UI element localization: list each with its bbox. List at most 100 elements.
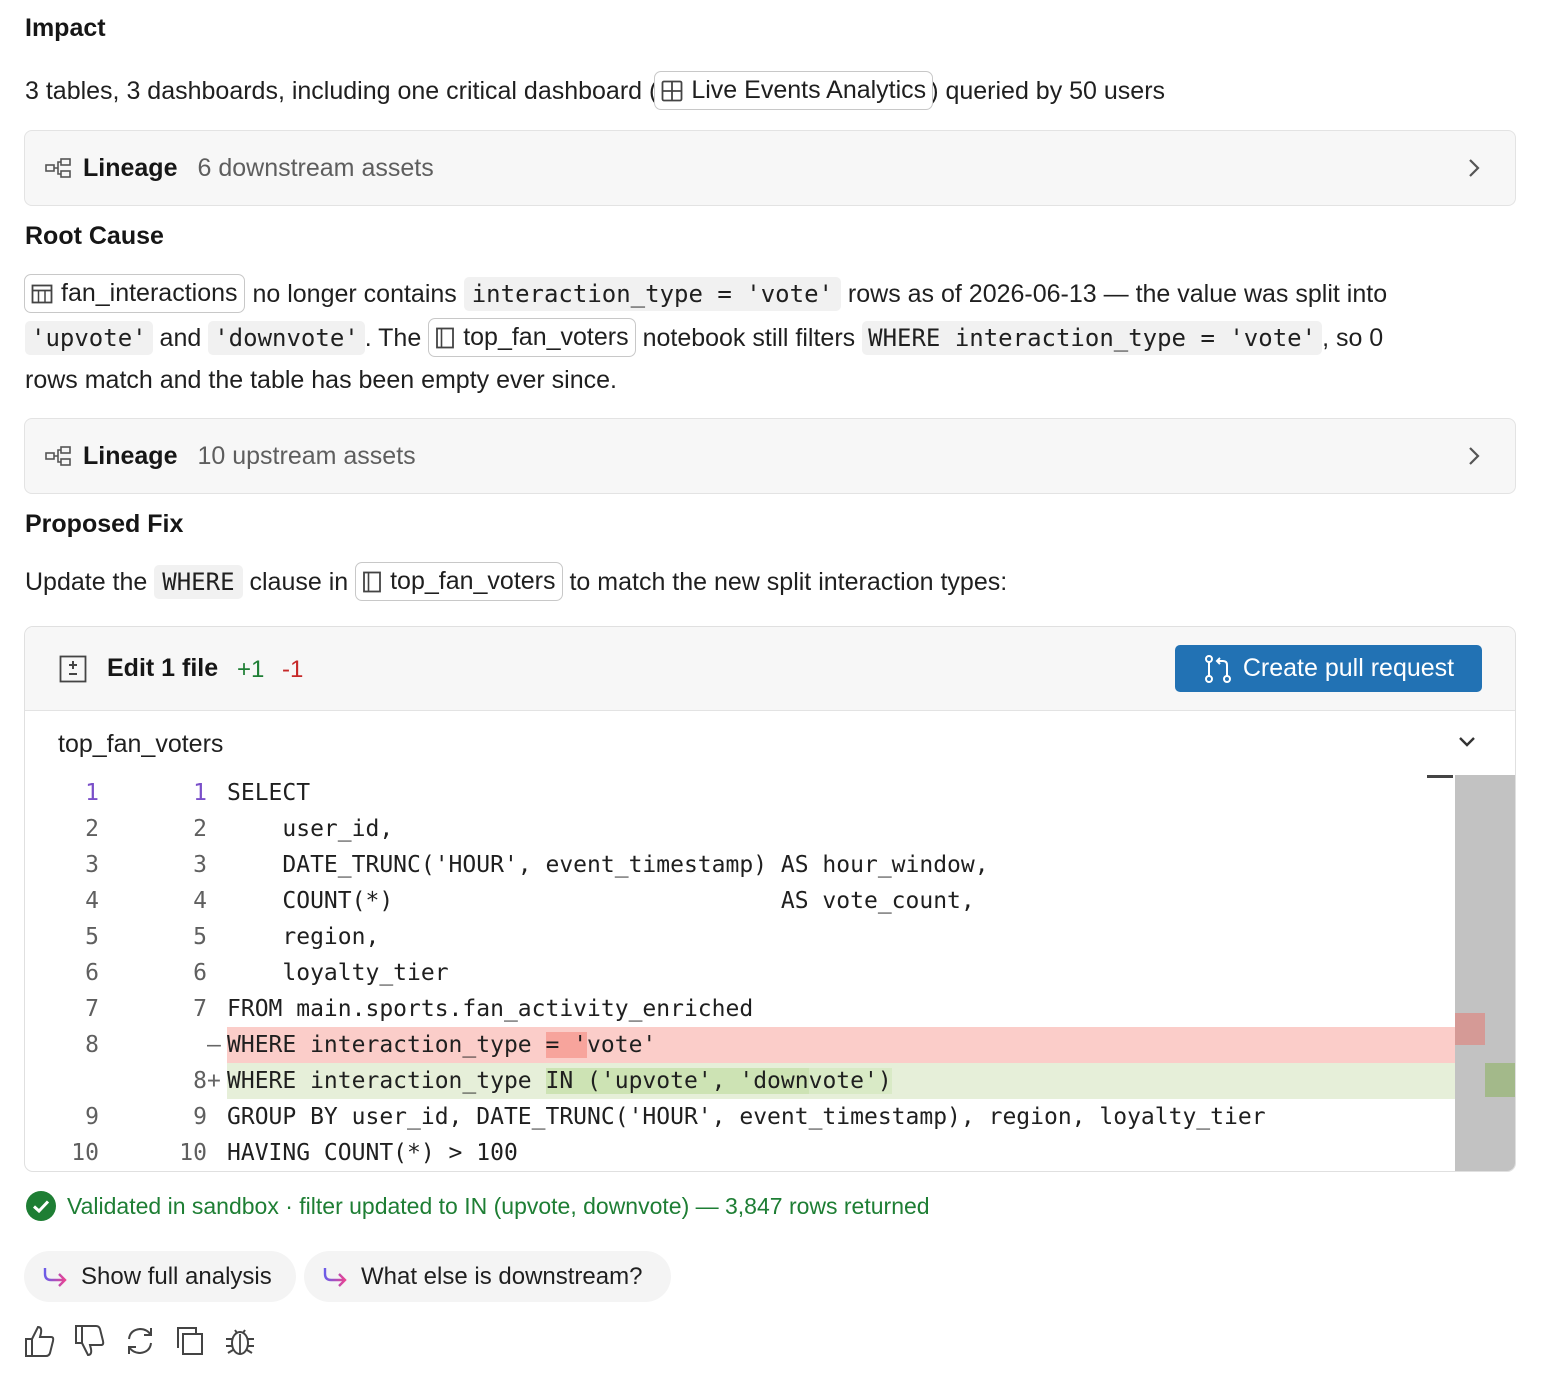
deletion-marker: — xyxy=(207,1032,221,1058)
code-line: 5 5 region, xyxy=(25,919,1455,955)
editor-header: Edit 1 file +1 -1 Create pull request xyxy=(25,627,1515,711)
root-cause-text-1: no longer contains xyxy=(252,280,457,309)
check-circle-icon xyxy=(26,1191,56,1221)
lineage-icon xyxy=(45,158,71,178)
file-row[interactable]: top_fan_voters xyxy=(25,711,1515,775)
bug-icon[interactable] xyxy=(224,1324,256,1358)
old-line-number: 10 xyxy=(71,1140,99,1166)
old-line-number: 9 xyxy=(85,1104,99,1130)
root-cause-text-4: . The xyxy=(364,324,422,353)
table-icon xyxy=(31,284,53,303)
old-line-number: 3 xyxy=(85,852,99,878)
dashboard-chip-label: Live Events Analytics xyxy=(691,76,927,104)
notebook-icon xyxy=(363,571,382,592)
code-segment: WHERE interaction_type xyxy=(227,1068,546,1094)
new-line-number: 1 xyxy=(193,780,207,806)
chevron-right-icon xyxy=(1469,159,1480,177)
reply-arrow-icon xyxy=(43,1267,67,1287)
proposed-fix-text-1: Update the xyxy=(25,568,148,597)
impact-text-before: 3 tables, 3 dashboards, including one cr… xyxy=(25,77,658,106)
code-text: user_id, xyxy=(227,816,394,842)
feedback-toolbar xyxy=(24,1324,256,1358)
lineage-upstream[interactable]: Lineage 10 upstream assets xyxy=(24,418,1516,494)
code-line: 1 1 SELECT xyxy=(25,775,1455,811)
old-line-number: 4 xyxy=(85,888,99,914)
new-line-number: 8 xyxy=(193,1068,207,1094)
old-line-number: 2 xyxy=(85,816,99,842)
root-cause-line-1: fan_interactions no longer contains inte… xyxy=(24,274,1388,315)
code-segment: vote' xyxy=(587,1032,657,1058)
addition-marker: + xyxy=(207,1068,221,1094)
ruler-addition-mark xyxy=(1485,1063,1515,1097)
suggestion-show-full-analysis[interactable]: Show full analysis xyxy=(24,1251,296,1302)
notebook-chip[interactable]: top_fan_voters xyxy=(428,318,636,357)
suggestion-label: What else is downstream? xyxy=(361,1262,643,1290)
new-line-number: 6 xyxy=(193,960,207,986)
root-cause-text-7: rows match and the table has been empty … xyxy=(25,366,617,394)
notebook-chip[interactable]: top_fan_voters xyxy=(355,562,563,601)
code-text: region, xyxy=(227,924,380,950)
inline-code: interaction_type = 'vote' xyxy=(463,277,841,312)
lineage-icon xyxy=(45,446,71,466)
notebook-chip-label: top_fan_voters xyxy=(463,323,629,351)
validation-status: Validated in sandbox · filter updated to… xyxy=(25,1190,930,1222)
validation-text: Validated in sandbox · filter updated to… xyxy=(67,1192,930,1219)
code-text: SELECT xyxy=(227,780,311,806)
proposed-fix-text-3: to match the new split interaction types… xyxy=(569,568,1008,597)
code-text: DATE_TRUNC('HOUR', event_timestamp) AS h… xyxy=(227,852,989,878)
code-text: GROUP BY user_id, DATE_TRUNC('HOUR', eve… xyxy=(227,1104,1266,1130)
diff-editor: Edit 1 file +1 -1 Create pull request to… xyxy=(24,626,1516,1172)
thumbs-down-icon[interactable] xyxy=(74,1324,106,1358)
suggestion-what-else-downstream[interactable]: What else is downstream? xyxy=(304,1251,671,1302)
old-line-number: 8 xyxy=(85,1032,99,1058)
code-text: loyalty_tier xyxy=(227,960,449,986)
code-line: 9 9 GROUP BY user_id, DATE_TRUNC('HOUR', e… xyxy=(25,1099,1455,1135)
code-area[interactable]: 1 1 SELECT 2 2 user_id, 3 3 DATE_TRUNC('HOUR… xyxy=(25,775,1455,1171)
code-line: 6 6 loyalty_tier xyxy=(25,955,1455,991)
create-pull-request-label: Create pull request xyxy=(1242,654,1455,682)
thumbs-up-icon[interactable] xyxy=(24,1324,56,1358)
lineage-downstream[interactable]: Lineage 6 downstream assets xyxy=(24,130,1516,206)
dashboard-icon xyxy=(661,80,683,101)
new-line-number: 3 xyxy=(193,852,207,878)
lineage-downstream-title: Lineage xyxy=(83,153,178,182)
lineage-upstream-title: Lineage xyxy=(83,441,178,470)
old-line-number: 7 xyxy=(85,996,99,1022)
root-cause-text-6: , so 0 xyxy=(1322,324,1384,353)
code-line: 10 10 HAVING COUNT(*) > 100 xyxy=(25,1135,1455,1171)
refresh-icon[interactable] xyxy=(124,1324,156,1358)
notebook-chip-label: top_fan_voters xyxy=(390,567,556,595)
code-text: FROM main.sports.fan_activity_enriched xyxy=(227,996,754,1022)
new-line-number: 5 xyxy=(193,924,207,950)
reply-arrow-icon xyxy=(323,1267,347,1287)
ruler-cursor xyxy=(1427,775,1453,778)
suggestion-label: Show full analysis xyxy=(81,1262,272,1290)
table-chip[interactable]: fan_interactions xyxy=(24,274,245,313)
dashboard-chip[interactable]: Live Events Analytics xyxy=(654,71,934,110)
code-line: 7 7 FROM main.sports.fan_activity_enriched xyxy=(25,991,1455,1027)
copy-icon[interactable] xyxy=(174,1324,206,1358)
deletions-count: -1 xyxy=(282,656,304,683)
chevron-right-icon xyxy=(1469,447,1480,465)
code-segment: WHERE interaction_type xyxy=(227,1032,546,1058)
old-line-number: 6 xyxy=(85,960,99,986)
lineage-downstream-subtitle: 6 downstream assets xyxy=(197,153,434,182)
inline-code: WHERE interaction_type = 'vote' xyxy=(862,321,1323,356)
new-line-number: 9 xyxy=(193,1104,207,1130)
old-line-number: 1 xyxy=(85,780,99,806)
code-text: COUNT(*) AS vote_count, xyxy=(227,888,975,914)
code-text: HAVING COUNT(*) > 100 xyxy=(227,1140,518,1166)
root-cause-text-2: rows as of 2026-06-13 — the value was sp… xyxy=(847,280,1388,309)
overview-ruler[interactable] xyxy=(1455,775,1515,1171)
create-pull-request-button[interactable]: Create pull request xyxy=(1175,645,1482,692)
root-cause-line-2: 'upvote' and 'downvote'. The top_fan_vot… xyxy=(25,318,1384,359)
new-line-number: 4 xyxy=(193,888,207,914)
additions-count: +1 xyxy=(237,656,265,683)
old-line-number: 5 xyxy=(85,924,99,950)
diff-file-icon xyxy=(59,655,87,683)
impact-heading: Impact xyxy=(25,14,106,42)
added-line: 8 + WHERE interaction_type IN ('upvote',… xyxy=(25,1063,1455,1099)
pull-request-icon xyxy=(1204,654,1231,683)
proposed-fix-heading: Proposed Fix xyxy=(25,510,184,538)
editor-title: Edit 1 file xyxy=(107,654,219,682)
